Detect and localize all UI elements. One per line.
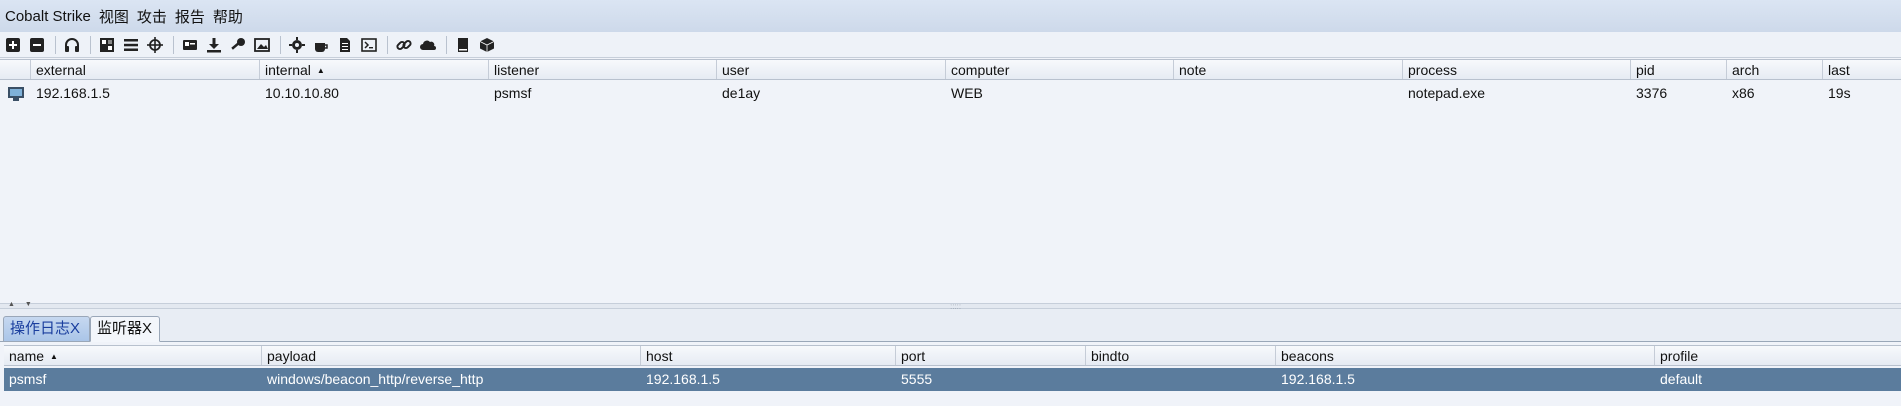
toolbar-separator xyxy=(387,35,388,54)
cell-listener: psmsf xyxy=(494,85,532,101)
cell-name: psmsf xyxy=(9,371,47,387)
session-list-icon[interactable] xyxy=(122,36,140,54)
target-crosshair-icon[interactable] xyxy=(146,36,164,54)
cell-payload: windows/beacon_http/reverse_http xyxy=(267,371,484,387)
cell-internal: 10.10.10.80 xyxy=(265,85,339,101)
credentials-card-icon[interactable] xyxy=(181,36,199,54)
toolbar-separator xyxy=(55,35,56,54)
sort-ascending-icon: ▲ xyxy=(316,66,325,75)
table-row[interactable]: psmsf windows/beacon_http/reverse_http 1… xyxy=(4,368,1901,391)
column-header-listener[interactable]: listener xyxy=(489,60,717,79)
column-header-last[interactable]: last xyxy=(1823,60,1901,79)
cell-host: 192.168.1.5 xyxy=(646,371,720,387)
column-header-process[interactable]: process xyxy=(1403,60,1631,79)
toolbar-separator xyxy=(446,35,447,54)
sort-ascending-icon: ▲ xyxy=(50,352,58,361)
coffee-cup-icon[interactable] xyxy=(312,36,330,54)
tab-bar: 操作日志X 监听器X xyxy=(0,309,1901,342)
menu-bar: Cobalt Strike 视图 攻击 报告 帮助 xyxy=(0,0,1901,32)
package-box-icon[interactable] xyxy=(478,36,496,54)
menu-attacks[interactable]: 攻击 xyxy=(133,6,171,27)
sessions-table-header: external internal ▲ listener user compute… xyxy=(0,59,1901,80)
column-header-profile[interactable]: profile xyxy=(1655,346,1901,365)
column-header-beacons[interactable]: beacons xyxy=(1276,346,1655,365)
cell-bindto xyxy=(1086,368,1276,391)
cell-arch: x86 xyxy=(1732,85,1755,101)
tab-event-log[interactable]: 操作日志X xyxy=(3,316,90,342)
console-icon[interactable] xyxy=(360,36,378,54)
column-header-user[interactable]: user xyxy=(717,60,946,79)
column-header-port[interactable]: port xyxy=(896,346,1086,365)
pivot-graph-icon[interactable] xyxy=(98,36,116,54)
toolbar xyxy=(0,32,1901,58)
cloud-icon[interactable] xyxy=(419,36,437,54)
monitor-icon xyxy=(0,82,31,105)
column-header-internal[interactable]: internal ▲ xyxy=(260,60,489,79)
cell-note xyxy=(1174,82,1403,105)
cell-external: 192.168.1.5 xyxy=(36,85,110,101)
menu-help[interactable]: 帮助 xyxy=(209,6,247,27)
cell-last: 19s xyxy=(1828,85,1851,101)
splitter-collapse-arrows-icon[interactable]: ▲▼ xyxy=(8,301,42,308)
tab-listeners[interactable]: 监听器X xyxy=(90,316,160,342)
table-row[interactable]: 192.168.1.5 10.10.10.80 psmsf de1ay WEB … xyxy=(0,82,1901,105)
listeners-table-header: name ▲ payload host port bindto beacons p… xyxy=(4,345,1901,366)
icon-column-header[interactable] xyxy=(0,60,31,79)
cell-profile: default xyxy=(1660,371,1703,387)
cell-beacons: 192.168.1.5 xyxy=(1281,371,1355,387)
toolbar-separator xyxy=(173,35,174,54)
headphones-icon[interactable] xyxy=(63,36,81,54)
column-header-host[interactable]: host xyxy=(641,346,896,365)
screenshot-image-icon[interactable] xyxy=(253,36,271,54)
key-icon[interactable] xyxy=(229,36,247,54)
link-icon[interactable] xyxy=(395,36,413,54)
column-header-payload[interactable]: payload xyxy=(262,346,641,365)
column-header-pid[interactable]: pid xyxy=(1631,60,1727,79)
cell-user: de1ay xyxy=(722,85,761,101)
cell-port: 5555 xyxy=(901,371,933,387)
column-header-note[interactable]: note xyxy=(1174,60,1403,79)
menu-reporting[interactable]: 报告 xyxy=(171,6,209,27)
book-icon[interactable] xyxy=(454,36,472,54)
column-header-external[interactable]: external xyxy=(31,60,260,79)
column-header-name[interactable]: name ▲ xyxy=(4,346,262,365)
toolbar-separator xyxy=(280,35,281,54)
column-header-computer[interactable]: computer xyxy=(946,60,1174,79)
download-icon[interactable] xyxy=(205,36,223,54)
disconnect-icon[interactable] xyxy=(28,36,46,54)
column-header-bindto[interactable]: bindto xyxy=(1086,346,1276,365)
document-icon[interactable] xyxy=(336,36,354,54)
cell-computer: WEB xyxy=(951,85,983,101)
menu-view[interactable]: 视图 xyxy=(95,6,133,27)
settings-gear-icon[interactable] xyxy=(288,36,306,54)
column-header-arch[interactable]: arch xyxy=(1727,60,1823,79)
new-connection-icon[interactable] xyxy=(4,36,22,54)
cell-pid: 3376 xyxy=(1636,85,1668,101)
toolbar-separator xyxy=(90,35,91,54)
menu-cobalt-strike[interactable]: Cobalt Strike xyxy=(0,8,95,25)
cell-process: notepad.exe xyxy=(1408,85,1486,101)
